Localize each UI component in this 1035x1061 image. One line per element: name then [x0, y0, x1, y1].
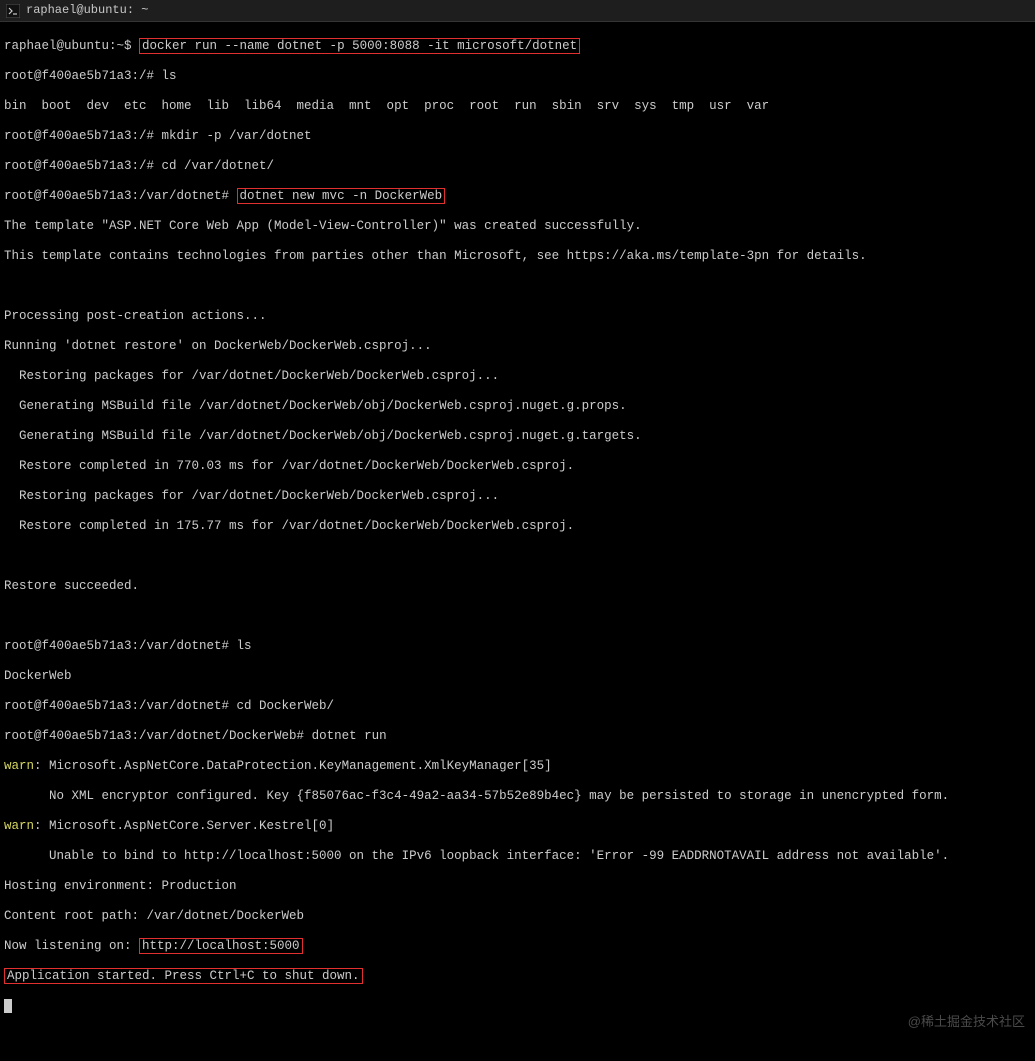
terminal-line: Content root path: /var/dotnet/DockerWeb [4, 909, 1031, 924]
watermark-text: @稀土掘金技术社区 [908, 1014, 1025, 1029]
terminal-line: The template "ASP.NET Core Web App (Mode… [4, 219, 1031, 234]
terminal-line: Restoring packages for /var/dotnet/Docke… [4, 489, 1031, 504]
terminal-line [4, 549, 1031, 564]
terminal-line: DockerWeb [4, 669, 1031, 684]
terminal-line: Generating MSBuild file /var/dotnet/Dock… [4, 399, 1031, 414]
highlighted-command: docker run --name dotnet -p 5000:8088 -i… [139, 38, 580, 54]
terminal-line: root@f400ae5b71a3:/var/dotnet/DockerWeb#… [4, 729, 1031, 744]
terminal-line: Application started. Press Ctrl+C to shu… [4, 969, 1031, 984]
window-title: raphael@ubuntu: ~ [26, 3, 148, 18]
shell-prompt: root@f400ae5b71a3:/# [4, 129, 162, 143]
terminal-line: root@f400ae5b71a3:/var/dotnet# dotnet ne… [4, 189, 1031, 204]
terminal-line: Hosting environment: Production [4, 879, 1031, 894]
terminal-line: No XML encryptor configured. Key {f85076… [4, 789, 1031, 804]
terminal-line: Running 'dotnet restore' on DockerWeb/Do… [4, 339, 1031, 354]
terminal-line: Restore completed in 175.77 ms for /var/… [4, 519, 1031, 534]
shell-prompt: root@f400ae5b71a3:/var/dotnet# [4, 639, 237, 653]
log-text: Now listening on: [4, 939, 139, 953]
terminal-output[interactable]: raphael@ubuntu:~$ docker run --name dotn… [0, 22, 1035, 1061]
terminal-line: Unable to bind to http://localhost:5000 … [4, 849, 1031, 864]
command-text: cd DockerWeb/ [237, 699, 335, 713]
terminal-line: Restore completed in 770.03 ms for /var/… [4, 459, 1031, 474]
highlighted-text: Application started. Press Ctrl+C to shu… [4, 968, 363, 984]
command-text: cd /var/dotnet/ [162, 159, 275, 173]
terminal-line [4, 609, 1031, 624]
terminal-line: This template contains technologies from… [4, 249, 1031, 264]
terminal-line [4, 999, 1031, 1014]
command-text: ls [237, 639, 252, 653]
terminal-line: Restore succeeded. [4, 579, 1031, 594]
command-text: ls [162, 69, 177, 83]
terminal-line: root@f400ae5b71a3:/# mkdir -p /var/dotne… [4, 129, 1031, 144]
warn-label: warn [4, 819, 34, 833]
terminal-line: root@f400ae5b71a3:/var/dotnet# cd Docker… [4, 699, 1031, 714]
terminal-line: Generating MSBuild file /var/dotnet/Dock… [4, 429, 1031, 444]
terminal-icon [6, 4, 20, 18]
terminal-line: Restoring packages for /var/dotnet/Docke… [4, 369, 1031, 384]
shell-prompt: root@f400ae5b71a3:/var/dotnet# [4, 189, 237, 203]
terminal-line: warn: Microsoft.AspNetCore.DataProtectio… [4, 759, 1031, 774]
log-text: : Microsoft.AspNetCore.Server.Kestrel[0] [34, 819, 334, 833]
shell-prompt: root@f400ae5b71a3:/# [4, 69, 162, 83]
shell-prompt: root@f400ae5b71a3:/var/dotnet# [4, 699, 237, 713]
terminal-line: root@f400ae5b71a3:/# cd /var/dotnet/ [4, 159, 1031, 174]
command-text: dotnet run [312, 729, 387, 743]
terminal-line: raphael@ubuntu:~$ docker run --name dotn… [4, 39, 1031, 54]
window-titlebar: raphael@ubuntu: ~ [0, 0, 1035, 22]
shell-prompt: root@f400ae5b71a3:/# [4, 159, 162, 173]
highlighted-url: http://localhost:5000 [139, 938, 303, 954]
terminal-line: bin boot dev etc home lib lib64 media mn… [4, 99, 1031, 114]
shell-prompt: raphael@ubuntu:~$ [4, 39, 139, 53]
highlighted-command: dotnet new mvc -n DockerWeb [237, 188, 446, 204]
shell-prompt: root@f400ae5b71a3:/var/dotnet/DockerWeb# [4, 729, 312, 743]
cursor [4, 999, 12, 1013]
warn-label: warn [4, 759, 34, 773]
terminal-line: root@f400ae5b71a3:/var/dotnet# ls [4, 639, 1031, 654]
log-text: : Microsoft.AspNetCore.DataProtection.Ke… [34, 759, 552, 773]
terminal-line: warn: Microsoft.AspNetCore.Server.Kestre… [4, 819, 1031, 834]
terminal-line: root@f400ae5b71a3:/# ls [4, 69, 1031, 84]
terminal-line: Processing post-creation actions... [4, 309, 1031, 324]
command-text: mkdir -p /var/dotnet [162, 129, 312, 143]
terminal-line [4, 279, 1031, 294]
terminal-line: Now listening on: http://localhost:5000 [4, 939, 1031, 954]
